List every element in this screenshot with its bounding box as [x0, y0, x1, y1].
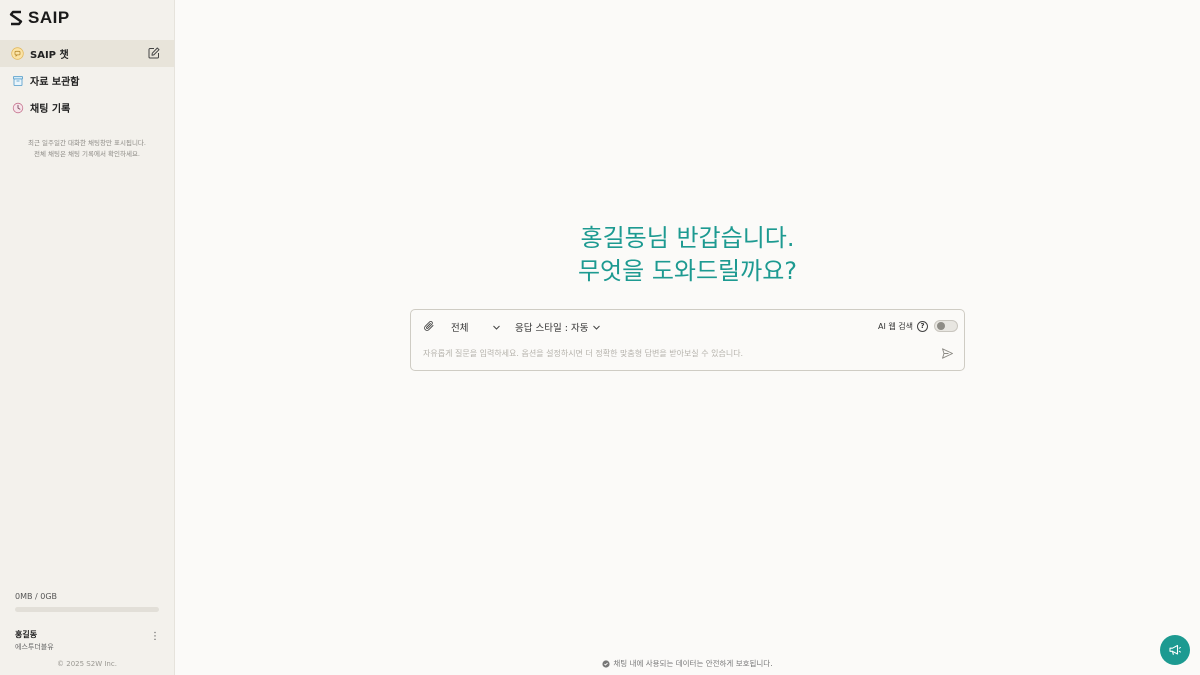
sidebar-item-archive[interactable]: 자료 보관함 [0, 67, 174, 94]
web-search-label: AI 웹 검색 ? [878, 321, 928, 332]
megaphone-icon [1169, 644, 1181, 655]
copyright: © 2025 S2W Inc. [57, 660, 117, 668]
greeting-line: 무엇을 도와드릴까요? [577, 257, 798, 285]
scope-select[interactable]: 전체 [451, 320, 501, 334]
storage-usage-text: 0MB / 0GB [15, 592, 58, 601]
greeting-line: 홍길동님 반갑습니다. [580, 224, 795, 252]
paperclip-icon[interactable] [423, 320, 435, 332]
storage-usage: 0MB / 0GB [15, 592, 159, 612]
user-organization: 에스투더블유 [15, 643, 54, 651]
sidebar-item-label: 자료 보관함 [30, 77, 80, 88]
data-security-note: 채팅 내에 사용되는 데이터는 안전하게 보호됩니다. [175, 658, 1200, 669]
recent-chats-hint: 최근 일주일간 대화한 채팅창만 표시됩니다. 전체 채팅은 채팅 기록에서 확… [0, 138, 174, 160]
archive-icon [11, 74, 24, 87]
announcement-button[interactable] [1160, 635, 1190, 665]
shield-icon [602, 659, 610, 668]
sidebar-item-label: SAIP 챗 [30, 50, 69, 61]
sidebar: SAIP SAIP 챗 자료 보관함 채팅 기록 최근 일주일간 대화한 채팅창… [0, 0, 175, 675]
web-search-text: AI 웹 검색 [878, 322, 913, 331]
response-style-label: 응답 스타일 : 자동 [515, 323, 589, 334]
response-style-select[interactable]: 응답 스타일 : 자동 [515, 320, 601, 334]
hint-line: 전체 채팅은 채팅 기록에서 확인하세요. [33, 150, 140, 158]
saip-logo-icon [9, 10, 23, 26]
web-search-toggle[interactable] [934, 320, 958, 332]
chevron-down-icon [493, 325, 501, 330]
sidebar-nav: SAIP 챗 자료 보관함 채팅 기록 [0, 40, 174, 121]
data-security-text: 채팅 내에 사용되는 데이터는 안전하게 보호됩니다. [613, 659, 773, 668]
send-icon[interactable] [941, 347, 954, 360]
app-name: SAIP [28, 8, 70, 27]
chat-input-box: 전체 응답 스타일 : 자동 AI 웹 검색 ? [410, 309, 965, 371]
user-name: 홍길동 [15, 630, 38, 639]
more-vertical-icon[interactable]: ⋮ [150, 632, 160, 642]
chat-bubble-icon [11, 47, 24, 60]
chat-message-input[interactable] [423, 346, 933, 360]
storage-usage-bar [15, 607, 159, 612]
app-logo[interactable]: SAIP [9, 8, 70, 28]
scope-select-label: 전체 [451, 323, 469, 334]
hint-line: 최근 일주일간 대화한 채팅창만 표시됩니다. [28, 139, 146, 147]
greeting: 홍길동님 반갑습니다. 무엇을 도와드릴까요? [175, 222, 1200, 288]
sidebar-item-chat-history[interactable]: 채팅 기록 [0, 94, 174, 121]
help-icon[interactable]: ? [917, 321, 928, 332]
toggle-knob [937, 322, 945, 330]
sidebar-item-saip-chat[interactable]: SAIP 챗 [0, 40, 174, 67]
new-chat-edit-icon[interactable] [148, 47, 160, 59]
history-icon [11, 101, 24, 114]
user-profile[interactable]: 홍길동 에스투더블유 ⋮ [15, 629, 165, 652]
sidebar-item-label: 채팅 기록 [30, 104, 71, 115]
chevron-down-icon [593, 325, 601, 330]
